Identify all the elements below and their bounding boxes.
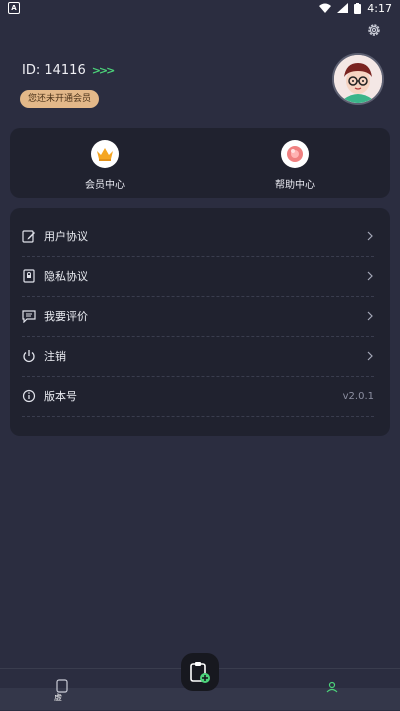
- status-bar: A 4:17: [0, 0, 400, 16]
- menu-item-label: 我要评价: [44, 310, 88, 323]
- triple-chevron-right-icon: >>>: [91, 64, 116, 77]
- shortcut-label: 帮助中心: [275, 180, 315, 191]
- edit-document-icon: [22, 230, 35, 243]
- menu-item-user-agreement[interactable]: 用户协议: [22, 216, 374, 257]
- privacy-lock-icon: [23, 269, 35, 283]
- status-time: 4:17: [367, 1, 392, 15]
- help-lifebuoy-icon: [281, 140, 309, 168]
- notification-app-icon: A: [8, 2, 20, 14]
- menu-item-label: 用户协议: [44, 230, 88, 243]
- add-clipboard-icon: [190, 662, 210, 683]
- nav-tab-profile[interactable]: [326, 678, 342, 694]
- phone-icon: [56, 679, 68, 693]
- version-value: v2.0.1: [342, 390, 374, 402]
- settings-menu-card: 用户协议 隐私协议 我要评价 注销 版本号 v2.0.1: [10, 208, 390, 436]
- menu-item-logout[interactable]: 注销: [22, 336, 374, 377]
- nav-tab-left[interactable]: 虚: [54, 678, 80, 702]
- chevron-right-icon: [367, 311, 373, 321]
- chevron-right-icon: [367, 231, 373, 241]
- settings-gear-icon[interactable]: [366, 22, 382, 38]
- menu-item-label: 隐私协议: [44, 270, 88, 283]
- signal-icon: [337, 3, 349, 13]
- shortcut-label: 会员中心: [85, 180, 125, 191]
- chevron-right-icon: [367, 271, 373, 281]
- wifi-icon: [319, 3, 332, 13]
- shortcut-card: 会员中心 帮助中心: [10, 128, 390, 198]
- cartoon-avatar-icon: [334, 55, 382, 103]
- user-id-text: ID: 14116: [22, 63, 86, 78]
- add-clipboard-button[interactable]: [181, 653, 219, 691]
- vip-status-badge[interactable]: 您还未开通会员: [20, 90, 100, 108]
- power-icon: [23, 350, 35, 363]
- avatar[interactable]: [332, 53, 384, 105]
- battery-icon: [354, 2, 362, 14]
- menu-item-feedback[interactable]: 我要评价: [22, 296, 374, 337]
- info-icon: [22, 389, 36, 403]
- comment-icon: [22, 310, 36, 323]
- menu-item-label: 版本号: [44, 390, 77, 403]
- menu-item-label: 注销: [44, 350, 66, 363]
- menu-item-privacy[interactable]: 隐私协议: [22, 256, 374, 297]
- menu-item-version: 版本号 v2.0.1: [22, 376, 374, 417]
- crown-icon: [91, 140, 119, 168]
- nav-tab-label: 虚: [54, 693, 62, 702]
- user-id-row[interactable]: ID: 14116 >>>: [22, 63, 116, 78]
- shortcut-vip-center[interactable]: 会员中心: [60, 140, 150, 191]
- chevron-right-icon: [367, 351, 373, 361]
- user-icon: [326, 681, 338, 693]
- shortcut-help-center[interactable]: 帮助中心: [250, 140, 340, 191]
